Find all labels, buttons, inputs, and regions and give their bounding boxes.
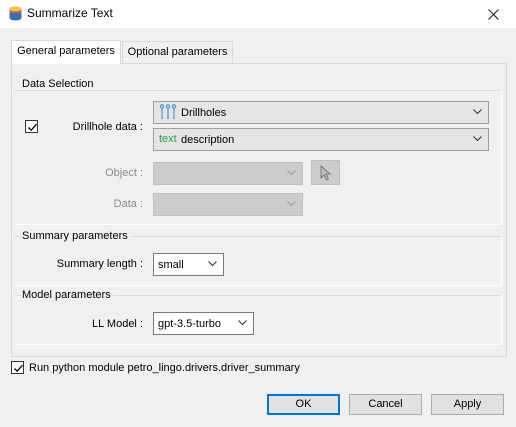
checkmark-icon [28,123,37,132]
apply-button[interactable]: Apply [431,394,504,415]
app-icon [9,6,22,22]
ok-button[interactable]: OK [267,394,340,415]
pick-object-button[interactable] [311,160,340,185]
chevron-down-icon [208,261,217,267]
drillhole-data-label: Drillhole data : [72,121,143,133]
chevron-down-icon [287,201,296,207]
data-selection-title: Data Selection [22,78,96,90]
tab-general-parameters[interactable]: General parameters [11,40,121,64]
llm-combo[interactable]: gpt-3.5-turbo [153,312,254,335]
tab-label: Optional parameters [127,46,228,58]
drillholes-icon [159,104,177,124]
model-parameters-title: Model parameters [22,289,113,301]
checkmark-icon [14,364,23,373]
window-title: Summarize Text [27,6,113,20]
object-combo[interactable] [153,162,303,185]
run-module-checkbox[interactable] [11,361,24,374]
object-label: Object : [105,167,143,179]
chevron-down-icon [473,136,482,142]
llm-value: gpt-3.5-turbo [158,318,221,330]
summary-parameters-title: Summary parameters [22,230,130,242]
chevron-down-icon [238,320,247,326]
drillhole-data-checkbox[interactable] [25,120,38,133]
cancel-button[interactable]: Cancel [349,394,422,415]
close-icon [487,8,499,20]
title-bar: Summarize Text [0,0,516,28]
data-combo[interactable] [153,193,303,216]
llm-label: LL Model : [92,318,143,330]
data-label: Data : [113,198,143,210]
text-type-prefix: text [159,133,177,145]
cursor-arrow-icon [320,165,332,181]
drillhole-data-value: Drillholes [181,107,227,119]
summary-length-value: small [158,259,184,271]
drillhole-column-combo[interactable]: text description [153,128,489,151]
run-module-label: Run python module petro_lingo.drivers.dr… [29,362,300,374]
tab-optional-parameters[interactable]: Optional parameters [122,41,233,63]
summary-length-combo[interactable]: small [153,253,224,276]
drillhole-column-value: description [181,134,235,146]
chevron-down-icon [473,109,482,115]
tab-label: General parameters [17,45,115,57]
drillhole-data-combo[interactable]: Drillholes [153,101,489,124]
summary-length-label: Summary length : [56,258,143,270]
chevron-down-icon [287,170,296,176]
close-button[interactable] [470,0,516,28]
